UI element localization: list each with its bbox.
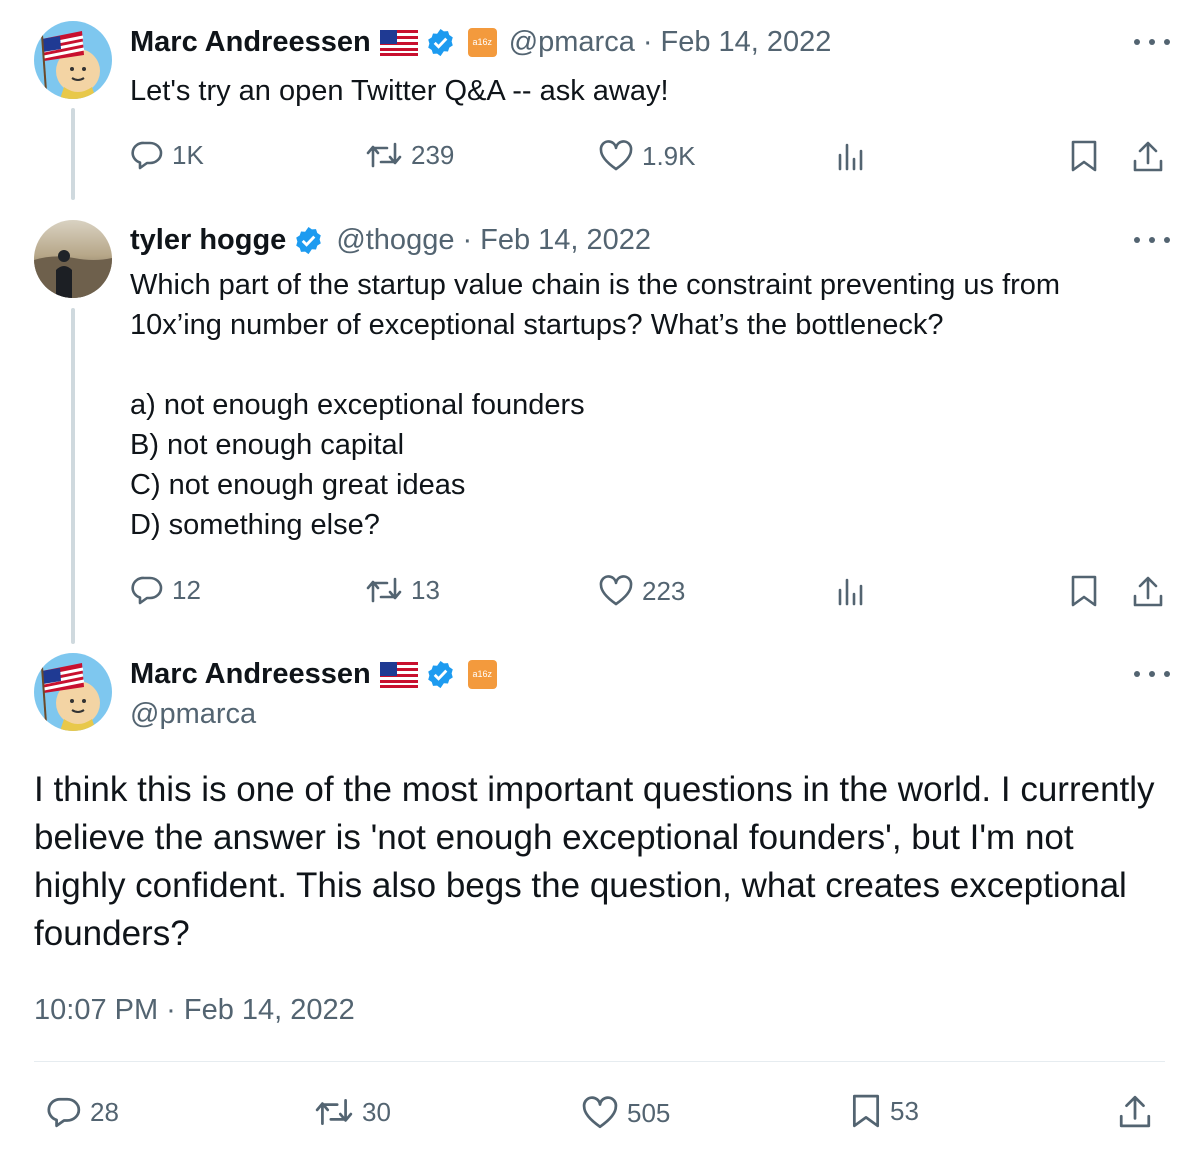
- share-button[interactable]: [1117, 1093, 1153, 1129]
- bookmark-button[interactable]: 53: [850, 1093, 919, 1129]
- reply-icon: [131, 576, 163, 605]
- heart-icon: [599, 575, 633, 606]
- separator-dot: ·: [642, 26, 653, 58]
- share-icon: [1119, 1095, 1151, 1128]
- views-button[interactable]: [836, 576, 866, 606]
- share-icon: [1133, 576, 1163, 607]
- thread-line-1: [71, 108, 75, 200]
- main-tweet-text: I think this is one of the most importan…: [34, 770, 1155, 953]
- tweet2-header: tyler hogge @thogge · Feb 14, 2022: [130, 222, 651, 258]
- verified-badge-icon[interactable]: [425, 659, 456, 690]
- heart-icon: [599, 140, 633, 171]
- tweet-date[interactable]: Feb 14, 2022: [480, 222, 651, 258]
- heart-icon: [582, 1096, 618, 1129]
- share-button[interactable]: [1131, 139, 1165, 173]
- avatar[interactable]: [34, 653, 112, 731]
- us-flag-icon: [379, 29, 418, 56]
- retweet-button[interactable]: 30: [314, 1096, 391, 1128]
- retweet-count: 13: [411, 575, 440, 605]
- verified-badge-icon[interactable]: [425, 27, 456, 58]
- share-icon: [1133, 141, 1163, 172]
- views-chart-icon: [838, 143, 863, 171]
- bookmark-button[interactable]: [1069, 139, 1099, 173]
- reply-icon: [47, 1097, 81, 1128]
- main-tweet-header: Marc Andreessen a16z: [130, 656, 497, 692]
- author-handle[interactable]: @pmarca: [509, 24, 635, 60]
- tweet-text: Which part of the startup value chain is…: [130, 269, 1061, 541]
- like-count: 1.9K: [642, 141, 696, 171]
- bookmark-icon: [1071, 575, 1097, 607]
- a16z-affiliate-badge[interactable]: a16z: [467, 27, 497, 57]
- views-chart-icon: [838, 578, 863, 606]
- thread-line-2: [71, 308, 75, 644]
- reply-count: 28: [90, 1097, 119, 1127]
- tweet-date[interactable]: Feb 14, 2022: [661, 24, 832, 60]
- retweet-icon: [315, 1099, 353, 1125]
- verified-badge-icon[interactable]: [293, 225, 324, 256]
- author-handle[interactable]: @thogge: [336, 222, 454, 258]
- bookmark-count: 53: [890, 1096, 919, 1126]
- like-button[interactable]: 1.9K: [598, 140, 696, 172]
- bookmark-icon: [852, 1094, 880, 1128]
- like-count: 223: [642, 576, 686, 606]
- reply-button[interactable]: 1K: [130, 140, 204, 170]
- divider: [34, 1061, 1165, 1062]
- retweet-button[interactable]: 13: [365, 575, 440, 605]
- reply-button[interactable]: 28: [46, 1096, 119, 1128]
- reply-icon: [131, 141, 163, 170]
- retweet-count: 239: [411, 140, 455, 170]
- more-options-icon[interactable]: [1134, 664, 1170, 684]
- views-button[interactable]: [836, 141, 866, 171]
- share-button[interactable]: [1131, 574, 1165, 608]
- us-flag-icon: [379, 661, 418, 688]
- tweet-timestamp[interactable]: 10:07 PM · Feb 14, 2022: [34, 990, 355, 1030]
- retweet-button[interactable]: 239: [365, 140, 454, 170]
- reply-count: 1K: [172, 140, 204, 170]
- retweet-icon: [366, 142, 402, 168]
- avatar[interactable]: [34, 21, 112, 99]
- tweet-text: Let's try an open Twitter Q&A -- ask awa…: [130, 75, 669, 107]
- separator-dot: ·: [462, 224, 473, 256]
- more-options-icon[interactable]: [1134, 32, 1170, 52]
- author-name[interactable]: Marc Andreessen: [130, 24, 371, 60]
- bookmark-icon: [1071, 140, 1097, 172]
- author-name[interactable]: Marc Andreessen: [130, 656, 371, 692]
- author-handle[interactable]: @pmarca: [130, 696, 256, 732]
- tweet1-header: Marc Andreessen a16z @pmarca · Feb 14, 2…: [130, 24, 831, 60]
- more-options-icon[interactable]: [1134, 230, 1170, 250]
- retweet-count: 30: [362, 1097, 391, 1127]
- avatar[interactable]: [34, 220, 112, 298]
- a16z-affiliate-badge[interactable]: a16z: [467, 659, 497, 689]
- like-button[interactable]: 505: [581, 1096, 670, 1130]
- reply-count: 12: [172, 575, 201, 605]
- like-count: 505: [627, 1098, 671, 1128]
- author-name[interactable]: tyler hogge: [130, 222, 286, 258]
- bookmark-button[interactable]: [1069, 574, 1099, 608]
- reply-button[interactable]: 12: [130, 575, 201, 605]
- retweet-icon: [366, 577, 402, 603]
- like-button[interactable]: 223: [598, 575, 685, 607]
- main-tweet-handle-row: @pmarca: [130, 696, 256, 732]
